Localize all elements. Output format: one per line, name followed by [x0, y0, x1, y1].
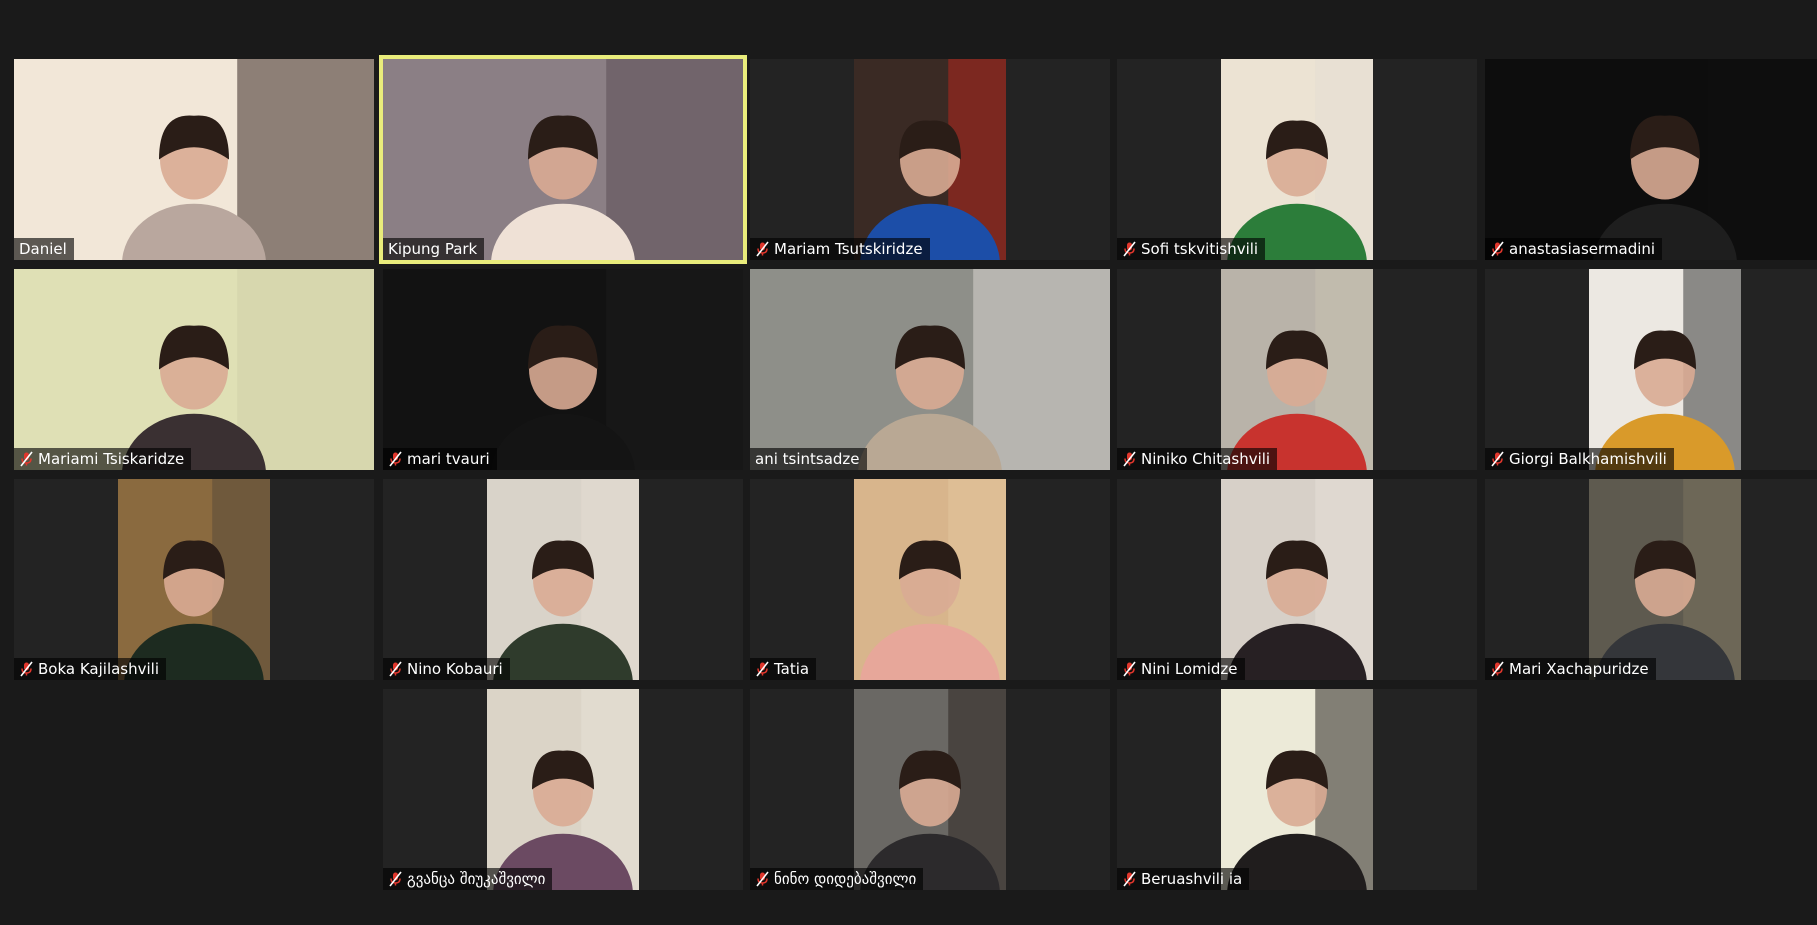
participant-name-tag: Daniel — [14, 238, 74, 260]
participant-tile-15-mari-xachapuridze[interactable]: Mari Xachapuridze — [1485, 479, 1817, 680]
participant-name: mari tvauri — [407, 450, 490, 468]
participant-video — [854, 479, 1006, 680]
participant-video — [1589, 269, 1741, 470]
muted-microphone-icon — [1122, 451, 1137, 467]
participant-name: ნინო დიდებაშვილი — [774, 870, 917, 888]
participant-video — [854, 689, 1006, 890]
muted-microphone-icon — [1122, 871, 1137, 887]
participant-tile-14-nini-lomidze[interactable]: Nini Lomidze — [1117, 479, 1477, 680]
participant-name: Nino Kobauri — [407, 660, 503, 678]
participant-name: Tatia — [774, 660, 810, 678]
muted-microphone-icon — [1490, 241, 1505, 257]
participant-video — [14, 59, 374, 260]
participant-name-tag: Sofi tskvitishvili — [1117, 238, 1266, 260]
participant-tile-5-anastasiasermadini[interactable]: anastasiasermadini — [1485, 59, 1817, 260]
participant-name-tag: Mari Xachapuridze — [1485, 658, 1656, 680]
muted-microphone-icon — [1490, 451, 1505, 467]
participant-name-tag: ნინო დიდებაშვილი — [750, 868, 924, 890]
participant-tile-4-sofi-tskvitishvili[interactable]: Sofi tskvitishvili — [1117, 59, 1477, 260]
participant-tile-2-kipung-park[interactable]: Kipung Park — [379, 55, 747, 264]
participant-name: Giorgi Balkhamishvili — [1509, 450, 1667, 468]
participant-name: Boka Kajilashvili — [38, 660, 160, 678]
participant-tile-6-mariami-tsiskaridze[interactable]: Mariami Tsiskaridze — [14, 269, 374, 470]
participant-video — [383, 59, 743, 260]
muted-microphone-icon — [1122, 241, 1137, 257]
participant-video — [1221, 59, 1373, 260]
participant-video — [487, 689, 639, 890]
participant-name: Mariami Tsiskaridze — [38, 450, 185, 468]
muted-microphone-icon — [1122, 661, 1137, 677]
participant-video — [750, 269, 1110, 470]
participant-name-tag: Giorgi Balkhamishvili — [1485, 448, 1674, 470]
participant-name-tag: Nini Lomidze — [1117, 658, 1245, 680]
muted-microphone-icon — [755, 241, 770, 257]
meeting-gallery-view: Daniel Kipung Park Mariam Tsutskiridze Sofi… — [0, 0, 1817, 925]
participant-name: Sofi tskvitishvili — [1141, 240, 1259, 258]
participant-tile-12-nino-kobauri[interactable]: Nino Kobauri — [383, 479, 743, 680]
participant-video — [487, 479, 639, 680]
participant-name: Mariam Tsutskiridze — [774, 240, 923, 258]
muted-microphone-icon — [1490, 661, 1505, 677]
participant-name-tag: Mariam Tsutskiridze — [750, 238, 930, 260]
participant-name-tag: Boka Kajilashvili — [14, 658, 167, 680]
participant-tile-9-niniko-chitashvili[interactable]: Niniko Chitashvili — [1117, 269, 1477, 470]
participant-name-tag: Mariami Tsiskaridze — [14, 448, 192, 470]
participant-tile-10-giorgi-balkhamishvili[interactable]: Giorgi Balkhamishvili — [1485, 269, 1817, 470]
participant-name-tag: Nino Kobauri — [383, 658, 510, 680]
muted-microphone-icon — [388, 451, 403, 467]
participant-video — [14, 269, 374, 470]
muted-microphone-icon — [388, 871, 403, 887]
participant-tile-13-tatia[interactable]: Tatia — [750, 479, 1110, 680]
muted-microphone-icon — [388, 661, 403, 677]
participant-name: Niniko Chitashvili — [1141, 450, 1271, 468]
participant-video — [1221, 689, 1373, 890]
participant-name-tag: anastasiasermadini — [1485, 238, 1663, 260]
muted-microphone-icon — [19, 451, 34, 467]
participant-video — [1221, 479, 1373, 680]
participant-tile-11-boka-kajilashvili[interactable]: Boka Kajilashvili — [14, 479, 374, 680]
participant-name: Beruashvili ia — [1141, 870, 1243, 888]
participant-name-tag: Beruashvili ia — [1117, 868, 1250, 890]
participant-tile-8-ani-tsintsadze[interactable]: ani tsintsadze — [750, 269, 1110, 470]
participant-video — [1589, 479, 1741, 680]
participant-tile-1-daniel[interactable]: Daniel — [14, 59, 374, 260]
participant-name: anastasiasermadini — [1509, 240, 1656, 258]
participant-name: Daniel — [19, 240, 67, 258]
participant-name: გვანცა შიუკაშვილი — [407, 870, 546, 888]
participant-name-tag: ani tsintsadze — [750, 448, 867, 470]
participant-name-tag: Tatia — [750, 658, 817, 680]
participant-name: Kipung Park — [388, 240, 478, 258]
participant-name-tag: Kipung Park — [383, 238, 485, 260]
participant-name: Mari Xachapuridze — [1509, 660, 1649, 678]
participant-video — [383, 269, 743, 470]
participant-tile-3-mariam-tsutskiridze[interactable]: Mariam Tsutskiridze — [750, 59, 1110, 260]
participant-name-tag: Niniko Chitashvili — [1117, 448, 1278, 470]
participant-name: Nini Lomidze — [1141, 660, 1238, 678]
participant-video — [118, 479, 270, 680]
participant-video — [854, 59, 1006, 260]
participant-video — [1485, 59, 1817, 260]
participant-tile-18-beruashvili-ia[interactable]: Beruashvili ia — [1117, 689, 1477, 890]
muted-microphone-icon — [755, 661, 770, 677]
participant-tile-17-participant[interactable]: ნინო დიდებაშვილი — [750, 689, 1110, 890]
participant-video — [1221, 269, 1373, 470]
participant-name: ani tsintsadze — [755, 450, 860, 468]
participant-tile-7-mari-tvauri[interactable]: mari tvauri — [383, 269, 743, 470]
participant-name-tag: გვანცა შიუკაშვილი — [383, 868, 553, 890]
muted-microphone-icon — [19, 661, 34, 677]
participant-name-tag: mari tvauri — [383, 448, 497, 470]
muted-microphone-icon — [755, 871, 770, 887]
video-grid: Daniel Kipung Park Mariam Tsutskiridze Sofi… — [0, 0, 1817, 925]
participant-tile-16-participant[interactable]: გვანცა შიუკაშვილი — [383, 689, 743, 890]
